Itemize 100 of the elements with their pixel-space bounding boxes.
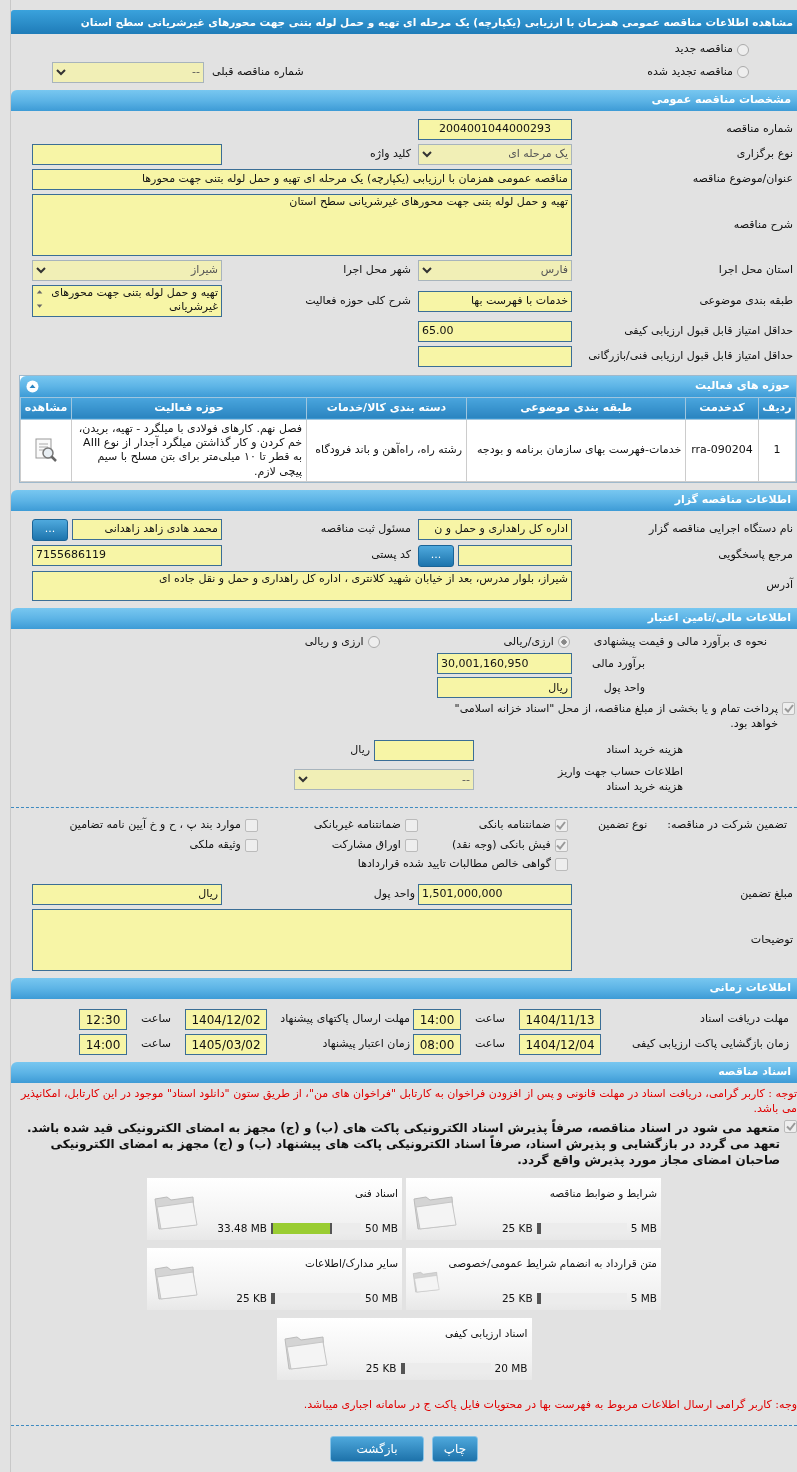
check-icon [556, 820, 567, 830]
field-label: واحد پول [602, 680, 646, 696]
size-used: 25 KB [236, 1291, 268, 1306]
field-label: آدرس [765, 578, 795, 594]
table-cell: خدمات-فهرست بهای سازمان برنامه و بودجه [466, 419, 686, 482]
column-header: حوزه فعالیت [71, 397, 307, 420]
input-field[interactable]: 2004001044000293 [418, 119, 572, 140]
file-title: شرایط و ضوابط مناقصه [548, 1186, 657, 1201]
input-field[interactable]: محمد هادی زاهد زاهدانی [72, 519, 222, 541]
input-field[interactable]: خدمات با فهرست بها [418, 290, 572, 312]
page-title: مشاهده اطلاعات مناقصه عمومی همزمان با ارزیابی (یکپارچه) یک مرحله ای تهیه و حمل لوله بتنی جهت محورهای غیرشریانی سطح استان [11, 10, 797, 35]
input-field[interactable]: ریال [437, 677, 572, 699]
field-label: هزینه خرید اسناد [605, 743, 684, 759]
checkbox-option[interactable]: وثیقه ملکی [27, 837, 258, 853]
file-title: اسناد فنی [353, 1186, 398, 1201]
back-button[interactable]: بازگشت [330, 1436, 424, 1463]
input-field[interactable] [32, 144, 222, 165]
checkbox-option[interactable]: ضمانتنامه غیربانکی [257, 817, 418, 833]
field-label: نوع تضمین [597, 817, 648, 833]
field-label: واحد پول [372, 887, 415, 903]
checkbox-option[interactable]: گواهی خالص مطالبات تایید شده قراردادها [257, 857, 568, 873]
text-area[interactable] [32, 909, 572, 972]
dropdown[interactable]: فارس [418, 260, 572, 281]
field-label: نحوه ی برآورد مالی و قیمت پیشنهادی [593, 634, 767, 650]
field-label: مبلغ تضمین [739, 887, 794, 903]
field-label: ساعت [474, 1012, 506, 1028]
input-field[interactable]: مناقصه عمومی همزمان با ارزیابی (یکپارچه) یک مرحله ای تهیه و حمل لوله بتنی جهت محورها [32, 169, 572, 190]
file-title: متن قرارداد به انضمام شرایط عمومی/خصوصی [448, 1256, 657, 1271]
section-header: حوزه های فعالیت [20, 376, 796, 397]
checkbox-option[interactable]: موارد بند پ ، ح و خ آیین نامه تضامین [27, 817, 258, 833]
text-area[interactable]: تهیه و حمل لوله بتنی جهت محورهای غیرشریانی سطح استان [32, 194, 572, 256]
field-label: مسئول ثبت مناقصه [319, 522, 412, 538]
time-field[interactable]: 08:00 [413, 1034, 461, 1056]
caret-icon [36, 267, 46, 274]
column-header: طبقه بندی موضوعی [466, 397, 686, 420]
browse-button[interactable]: ... [32, 518, 68, 541]
radio-option[interactable]: ارزی/ریالی [503, 634, 570, 650]
field-label: کد پستی [370, 548, 412, 564]
field-label: شرح مناقصه [732, 217, 794, 233]
notice-text: توجه : کاربر گرامی، دریافت اسناد در مهلت قانونی و پس از افزودن فراخوان به کارتابل "فراخوان های من"، از طریق ستون "دانلود اسناد" موجود در این کارتابل، امکانپذیر می باشد. [19, 1086, 797, 1117]
dropdown[interactable]: -- [52, 62, 204, 84]
field-label: برآورد مالی [591, 656, 646, 672]
collapse-icon[interactable] [26, 379, 39, 393]
radio-option[interactable]: مناقصه جدید [647, 42, 749, 57]
table-cell: فصل نهم. کارهای فولادی با میلگرد - تهیه، بریدن، خم کردن و کار گذاشتن میلگرد آجدار از نوع AIII به قطر تا ۱۰ میلی‌متر برای بتن مسلح با سیم پیچی لازم. [71, 419, 307, 482]
date-field[interactable]: 1405/03/02 [185, 1034, 267, 1056]
section-header: اطلاعات مناقصه گزار [11, 489, 797, 511]
column-header: دسته بندی کالا/خدمات [306, 397, 467, 420]
checkbox-option[interactable]: پرداخت تمام و یا بخشی از مبلغ مناقصه، از محل "اسناد خزانه اسلامی" خواهد بود. [425, 702, 795, 733]
field-label: ساعت [474, 1037, 506, 1053]
field-label: طبقه بندی موضوعی [698, 293, 794, 309]
input-field[interactable] [418, 346, 572, 367]
input-field[interactable]: 7155686119 [32, 545, 222, 567]
dropdown[interactable]: شیراز [32, 260, 222, 281]
input-field[interactable] [374, 740, 474, 762]
size-limit: 20 MB [494, 1361, 528, 1376]
input-field[interactable]: 30,001,160,950 [437, 653, 572, 675]
size-limit: 5 MB [630, 1221, 657, 1236]
print-button[interactable]: چاپ [432, 1436, 478, 1463]
radio-option[interactable]: مناقصه تجدید شده [647, 65, 749, 80]
dropdown[interactable]: -- [294, 769, 474, 791]
date-field[interactable]: 1404/12/02 [185, 1009, 267, 1031]
checkbox-option[interactable]: متعهد می شود در اسناد مناقصه، صرفاً پذیرش اسناد الکترونیکی پاکت های (ب) و (ج) مجهز به امضای الکترونیکی قید شده باشد. تعهد می گردد در بازگشایی و پذیرش اسناد، صرفاً اسناد الکترونیکی پاکت های پیشنهاد (ب) و (ج) مجهز به امضای الکترونیکی صاحبان امضای مجاز مورد پذیرش واقع گردد. [11, 1119, 797, 1169]
size-used: 25 KB [365, 1361, 397, 1376]
radio-option[interactable]: ارزی و ریالی [304, 634, 380, 650]
column-header: کدخدمت [685, 397, 759, 420]
date-field[interactable]: 1404/11/13 [519, 1009, 601, 1031]
size-used: 33.48 MB [217, 1221, 268, 1236]
field-label: اطلاعات حساب جهت واریز هزینه خرید اسناد [556, 765, 684, 795]
caret-icon [298, 776, 308, 784]
date-field[interactable]: 1404/12/04 [519, 1034, 601, 1056]
browse-button[interactable]: ... [418, 544, 454, 567]
text-area[interactable]: شیراز، بلوار مدرس، بعد از خیابان شهید کلانتری ، اداره کل راهداری و حمل و نقل جاده ای [32, 570, 572, 601]
document-magnifier-icon[interactable] [33, 437, 59, 464]
table-cell: رشته راه، راه‌آهن و باند فرودگاه [306, 419, 467, 482]
field-label: شماره مناقصه [725, 122, 794, 137]
checkbox-option[interactable]: فیش بانکی (وجه نقد) [417, 837, 568, 853]
field-label: نوع برگزاری [735, 147, 794, 162]
size-limit: 5 MB [630, 1291, 657, 1306]
size-used: 25 KB [501, 1291, 533, 1306]
field-label: کلید واژه [369, 147, 412, 162]
list-box[interactable]: تهیه و حمل لوله بتنی جهت محورهای غیرشریانی [32, 285, 222, 317]
input-field[interactable]: 65.00 [418, 321, 572, 342]
table-cell: 1 [758, 419, 796, 482]
dropdown[interactable]: یک مرحله ای [418, 144, 572, 165]
input-field[interactable]: ریال [32, 884, 222, 906]
unit-label: ریال [350, 743, 370, 759]
section-header: مشخصات مناقصه عمومی [11, 90, 797, 111]
time-field[interactable]: 12:30 [79, 1009, 127, 1031]
time-field[interactable]: 14:00 [413, 1009, 461, 1031]
field-label: استان محل اجرا [717, 263, 794, 278]
checkbox-option[interactable]: ضمانتنامه بانکی [417, 817, 568, 833]
input-field[interactable] [458, 545, 572, 567]
input-field[interactable]: 1,501,000,000 [418, 884, 572, 906]
field-label: شهر محل اجرا [342, 263, 412, 278]
input-field[interactable]: اداره کل راهداری و حمل و ن [418, 519, 572, 541]
time-field[interactable]: 14:00 [79, 1034, 127, 1056]
check-icon [785, 1121, 796, 1131]
file-title: سایر مدارک/اطلاعات [304, 1256, 398, 1271]
checkbox-option[interactable]: اوراق مشارکت [257, 837, 418, 853]
